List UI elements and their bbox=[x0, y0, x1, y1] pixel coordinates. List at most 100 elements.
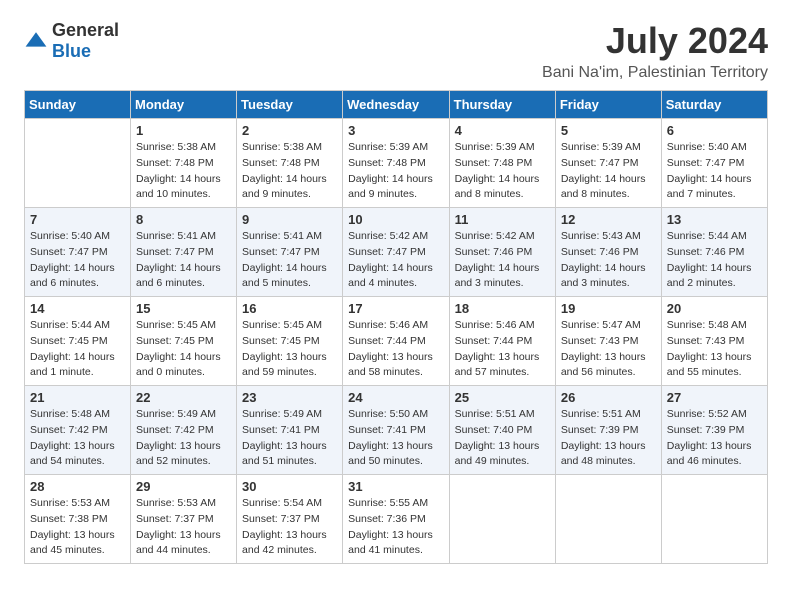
calendar-cell: 5 Sunrise: 5:39 AM Sunset: 7:47 PM Daylig… bbox=[555, 119, 661, 208]
day-info: Sunrise: 5:41 AM Sunset: 7:47 PM Dayligh… bbox=[136, 229, 231, 292]
calendar-cell: 27Sunrise: 5:52 AM Sunset: 7:39 PM Dayli… bbox=[661, 386, 767, 475]
day-number: 22 bbox=[136, 390, 231, 405]
calendar-cell: 6 Sunrise: 5:40 AM Sunset: 7:47 PM Daylig… bbox=[661, 119, 767, 208]
calendar-cell bbox=[661, 475, 767, 564]
calendar-week-row: 7Sunrise: 5:40 AM Sunset: 7:47 PM Daylig… bbox=[25, 208, 768, 297]
day-number: 15 bbox=[136, 301, 231, 316]
calendar-cell: 25Sunrise: 5:51 AM Sunset: 7:40 PM Dayli… bbox=[449, 386, 555, 475]
calendar-table: SundayMondayTuesdayWednesdayThursdayFrid… bbox=[24, 90, 768, 564]
calendar-cell: 31 Sunrise: 5:55 AM Sunset: 7:36 PM Dayli… bbox=[343, 475, 449, 564]
calendar-cell: 21Sunrise: 5:48 AM Sunset: 7:42 PM Dayli… bbox=[25, 386, 131, 475]
day-info: Sunrise: 5:48 AM Sunset: 7:43 PM Dayligh… bbox=[667, 318, 762, 381]
day-number: 12 bbox=[561, 212, 656, 227]
calendar-cell: 15 Sunrise: 5:45 AM Sunset: 7:45 PM Dayli… bbox=[131, 297, 237, 386]
calendar-week-row: 21Sunrise: 5:48 AM Sunset: 7:42 PM Dayli… bbox=[25, 386, 768, 475]
day-number: 7 bbox=[30, 212, 125, 227]
day-info: Sunrise: 5:46 AM Sunset: 7:44 PM Dayligh… bbox=[455, 318, 550, 381]
calendar-cell: 13 Sunrise: 5:44 AM Sunset: 7:46 PM Dayli… bbox=[661, 208, 767, 297]
day-number: 20 bbox=[667, 301, 762, 316]
day-info: Sunrise: 5:46 AM Sunset: 7:44 PM Dayligh… bbox=[348, 318, 443, 381]
header-friday: Friday bbox=[555, 91, 661, 119]
day-info: Sunrise: 5:53 AM Sunset: 7:37 PM Dayligh… bbox=[136, 496, 231, 559]
day-info: Sunrise: 5:43 AM Sunset: 7:46 PM Dayligh… bbox=[561, 229, 656, 292]
day-number: 16 bbox=[242, 301, 337, 316]
calendar-title: July 2024 bbox=[542, 20, 768, 62]
calendar-cell: 3Sunrise: 5:39 AM Sunset: 7:48 PM Daylig… bbox=[343, 119, 449, 208]
calendar-cell: 24 Sunrise: 5:50 AM Sunset: 7:41 PM Dayli… bbox=[343, 386, 449, 475]
day-info: Sunrise: 5:41 AM Sunset: 7:47 PM Dayligh… bbox=[242, 229, 337, 292]
calendar-cell: 16 Sunrise: 5:45 AM Sunset: 7:45 PM Dayli… bbox=[237, 297, 343, 386]
day-info: Sunrise: 5:45 AM Sunset: 7:45 PM Dayligh… bbox=[136, 318, 231, 381]
day-info: Sunrise: 5:54 AM Sunset: 7:37 PM Dayligh… bbox=[242, 496, 337, 559]
calendar-week-row: 1 Sunrise: 5:38 AM Sunset: 7:48 PM Daylig… bbox=[25, 119, 768, 208]
calendar-cell: 10 Sunrise: 5:42 AM Sunset: 7:47 PM Dayli… bbox=[343, 208, 449, 297]
calendar-week-row: 14 Sunrise: 5:44 AM Sunset: 7:45 PM Dayli… bbox=[25, 297, 768, 386]
day-number: 10 bbox=[348, 212, 443, 227]
day-info: Sunrise: 5:53 AM Sunset: 7:38 PM Dayligh… bbox=[30, 496, 125, 559]
day-info: Sunrise: 5:55 AM Sunset: 7:36 PM Dayligh… bbox=[348, 496, 443, 559]
calendar-cell: 30 Sunrise: 5:54 AM Sunset: 7:37 PM Dayli… bbox=[237, 475, 343, 564]
header-tuesday: Tuesday bbox=[237, 91, 343, 119]
day-number: 23 bbox=[242, 390, 337, 405]
calendar-cell bbox=[25, 119, 131, 208]
calendar-cell: 26 Sunrise: 5:51 AM Sunset: 7:39 PM Dayli… bbox=[555, 386, 661, 475]
page-header: General Blue July 2024 Bani Na'im, Pales… bbox=[24, 20, 768, 82]
day-info: Sunrise: 5:50 AM Sunset: 7:41 PM Dayligh… bbox=[348, 407, 443, 470]
calendar-cell: 22Sunrise: 5:49 AM Sunset: 7:42 PM Dayli… bbox=[131, 386, 237, 475]
calendar-cell: 2 Sunrise: 5:38 AM Sunset: 7:48 PM Daylig… bbox=[237, 119, 343, 208]
title-block: July 2024 Bani Na'im, Palestinian Territ… bbox=[542, 20, 768, 82]
day-number: 25 bbox=[455, 390, 550, 405]
calendar-cell bbox=[449, 475, 555, 564]
day-info: Sunrise: 5:39 AM Sunset: 7:48 PM Dayligh… bbox=[348, 140, 443, 203]
calendar-header-row: SundayMondayTuesdayWednesdayThursdayFrid… bbox=[25, 91, 768, 119]
day-number: 2 bbox=[242, 123, 337, 138]
day-number: 26 bbox=[561, 390, 656, 405]
day-number: 31 bbox=[348, 479, 443, 494]
calendar-cell: 28 Sunrise: 5:53 AM Sunset: 7:38 PM Dayli… bbox=[25, 475, 131, 564]
day-number: 24 bbox=[348, 390, 443, 405]
calendar-cell: 18Sunrise: 5:46 AM Sunset: 7:44 PM Dayli… bbox=[449, 297, 555, 386]
day-info: Sunrise: 5:38 AM Sunset: 7:48 PM Dayligh… bbox=[242, 140, 337, 203]
calendar-cell: 12 Sunrise: 5:43 AM Sunset: 7:46 PM Dayli… bbox=[555, 208, 661, 297]
calendar-cell: 29 Sunrise: 5:53 AM Sunset: 7:37 PM Dayli… bbox=[131, 475, 237, 564]
day-info: Sunrise: 5:49 AM Sunset: 7:41 PM Dayligh… bbox=[242, 407, 337, 470]
day-number: 4 bbox=[455, 123, 550, 138]
day-number: 5 bbox=[561, 123, 656, 138]
day-info: Sunrise: 5:44 AM Sunset: 7:45 PM Dayligh… bbox=[30, 318, 125, 381]
day-number: 1 bbox=[136, 123, 231, 138]
day-number: 6 bbox=[667, 123, 762, 138]
logo: General Blue bbox=[24, 20, 119, 62]
day-number: 13 bbox=[667, 212, 762, 227]
day-info: Sunrise: 5:47 AM Sunset: 7:43 PM Dayligh… bbox=[561, 318, 656, 381]
day-info: Sunrise: 5:51 AM Sunset: 7:39 PM Dayligh… bbox=[561, 407, 656, 470]
calendar-cell: 7Sunrise: 5:40 AM Sunset: 7:47 PM Daylig… bbox=[25, 208, 131, 297]
logo-text: General Blue bbox=[52, 20, 119, 62]
day-number: 17 bbox=[348, 301, 443, 316]
header-wednesday: Wednesday bbox=[343, 91, 449, 119]
day-number: 30 bbox=[242, 479, 337, 494]
calendar-cell: 8 Sunrise: 5:41 AM Sunset: 7:47 PM Daylig… bbox=[131, 208, 237, 297]
calendar-week-row: 28 Sunrise: 5:53 AM Sunset: 7:38 PM Dayli… bbox=[25, 475, 768, 564]
calendar-cell: 14 Sunrise: 5:44 AM Sunset: 7:45 PM Dayli… bbox=[25, 297, 131, 386]
day-info: Sunrise: 5:40 AM Sunset: 7:47 PM Dayligh… bbox=[667, 140, 762, 203]
day-info: Sunrise: 5:44 AM Sunset: 7:46 PM Dayligh… bbox=[667, 229, 762, 292]
day-number: 28 bbox=[30, 479, 125, 494]
day-info: Sunrise: 5:39 AM Sunset: 7:47 PM Dayligh… bbox=[561, 140, 656, 203]
day-number: 29 bbox=[136, 479, 231, 494]
calendar-subtitle: Bani Na'im, Palestinian Territory bbox=[542, 64, 768, 82]
calendar-cell: 9 Sunrise: 5:41 AM Sunset: 7:47 PM Daylig… bbox=[237, 208, 343, 297]
day-info: Sunrise: 5:42 AM Sunset: 7:47 PM Dayligh… bbox=[348, 229, 443, 292]
calendar-cell: 1 Sunrise: 5:38 AM Sunset: 7:48 PM Daylig… bbox=[131, 119, 237, 208]
day-info: Sunrise: 5:42 AM Sunset: 7:46 PM Dayligh… bbox=[455, 229, 550, 292]
header-monday: Monday bbox=[131, 91, 237, 119]
day-number: 27 bbox=[667, 390, 762, 405]
day-info: Sunrise: 5:39 AM Sunset: 7:48 PM Dayligh… bbox=[455, 140, 550, 203]
day-number: 14 bbox=[30, 301, 125, 316]
day-number: 9 bbox=[242, 212, 337, 227]
day-info: Sunrise: 5:45 AM Sunset: 7:45 PM Dayligh… bbox=[242, 318, 337, 381]
calendar-cell: 11Sunrise: 5:42 AM Sunset: 7:46 PM Dayli… bbox=[449, 208, 555, 297]
logo-blue: Blue bbox=[52, 41, 91, 61]
day-info: Sunrise: 5:38 AM Sunset: 7:48 PM Dayligh… bbox=[136, 140, 231, 203]
header-sunday: Sunday bbox=[25, 91, 131, 119]
day-number: 8 bbox=[136, 212, 231, 227]
